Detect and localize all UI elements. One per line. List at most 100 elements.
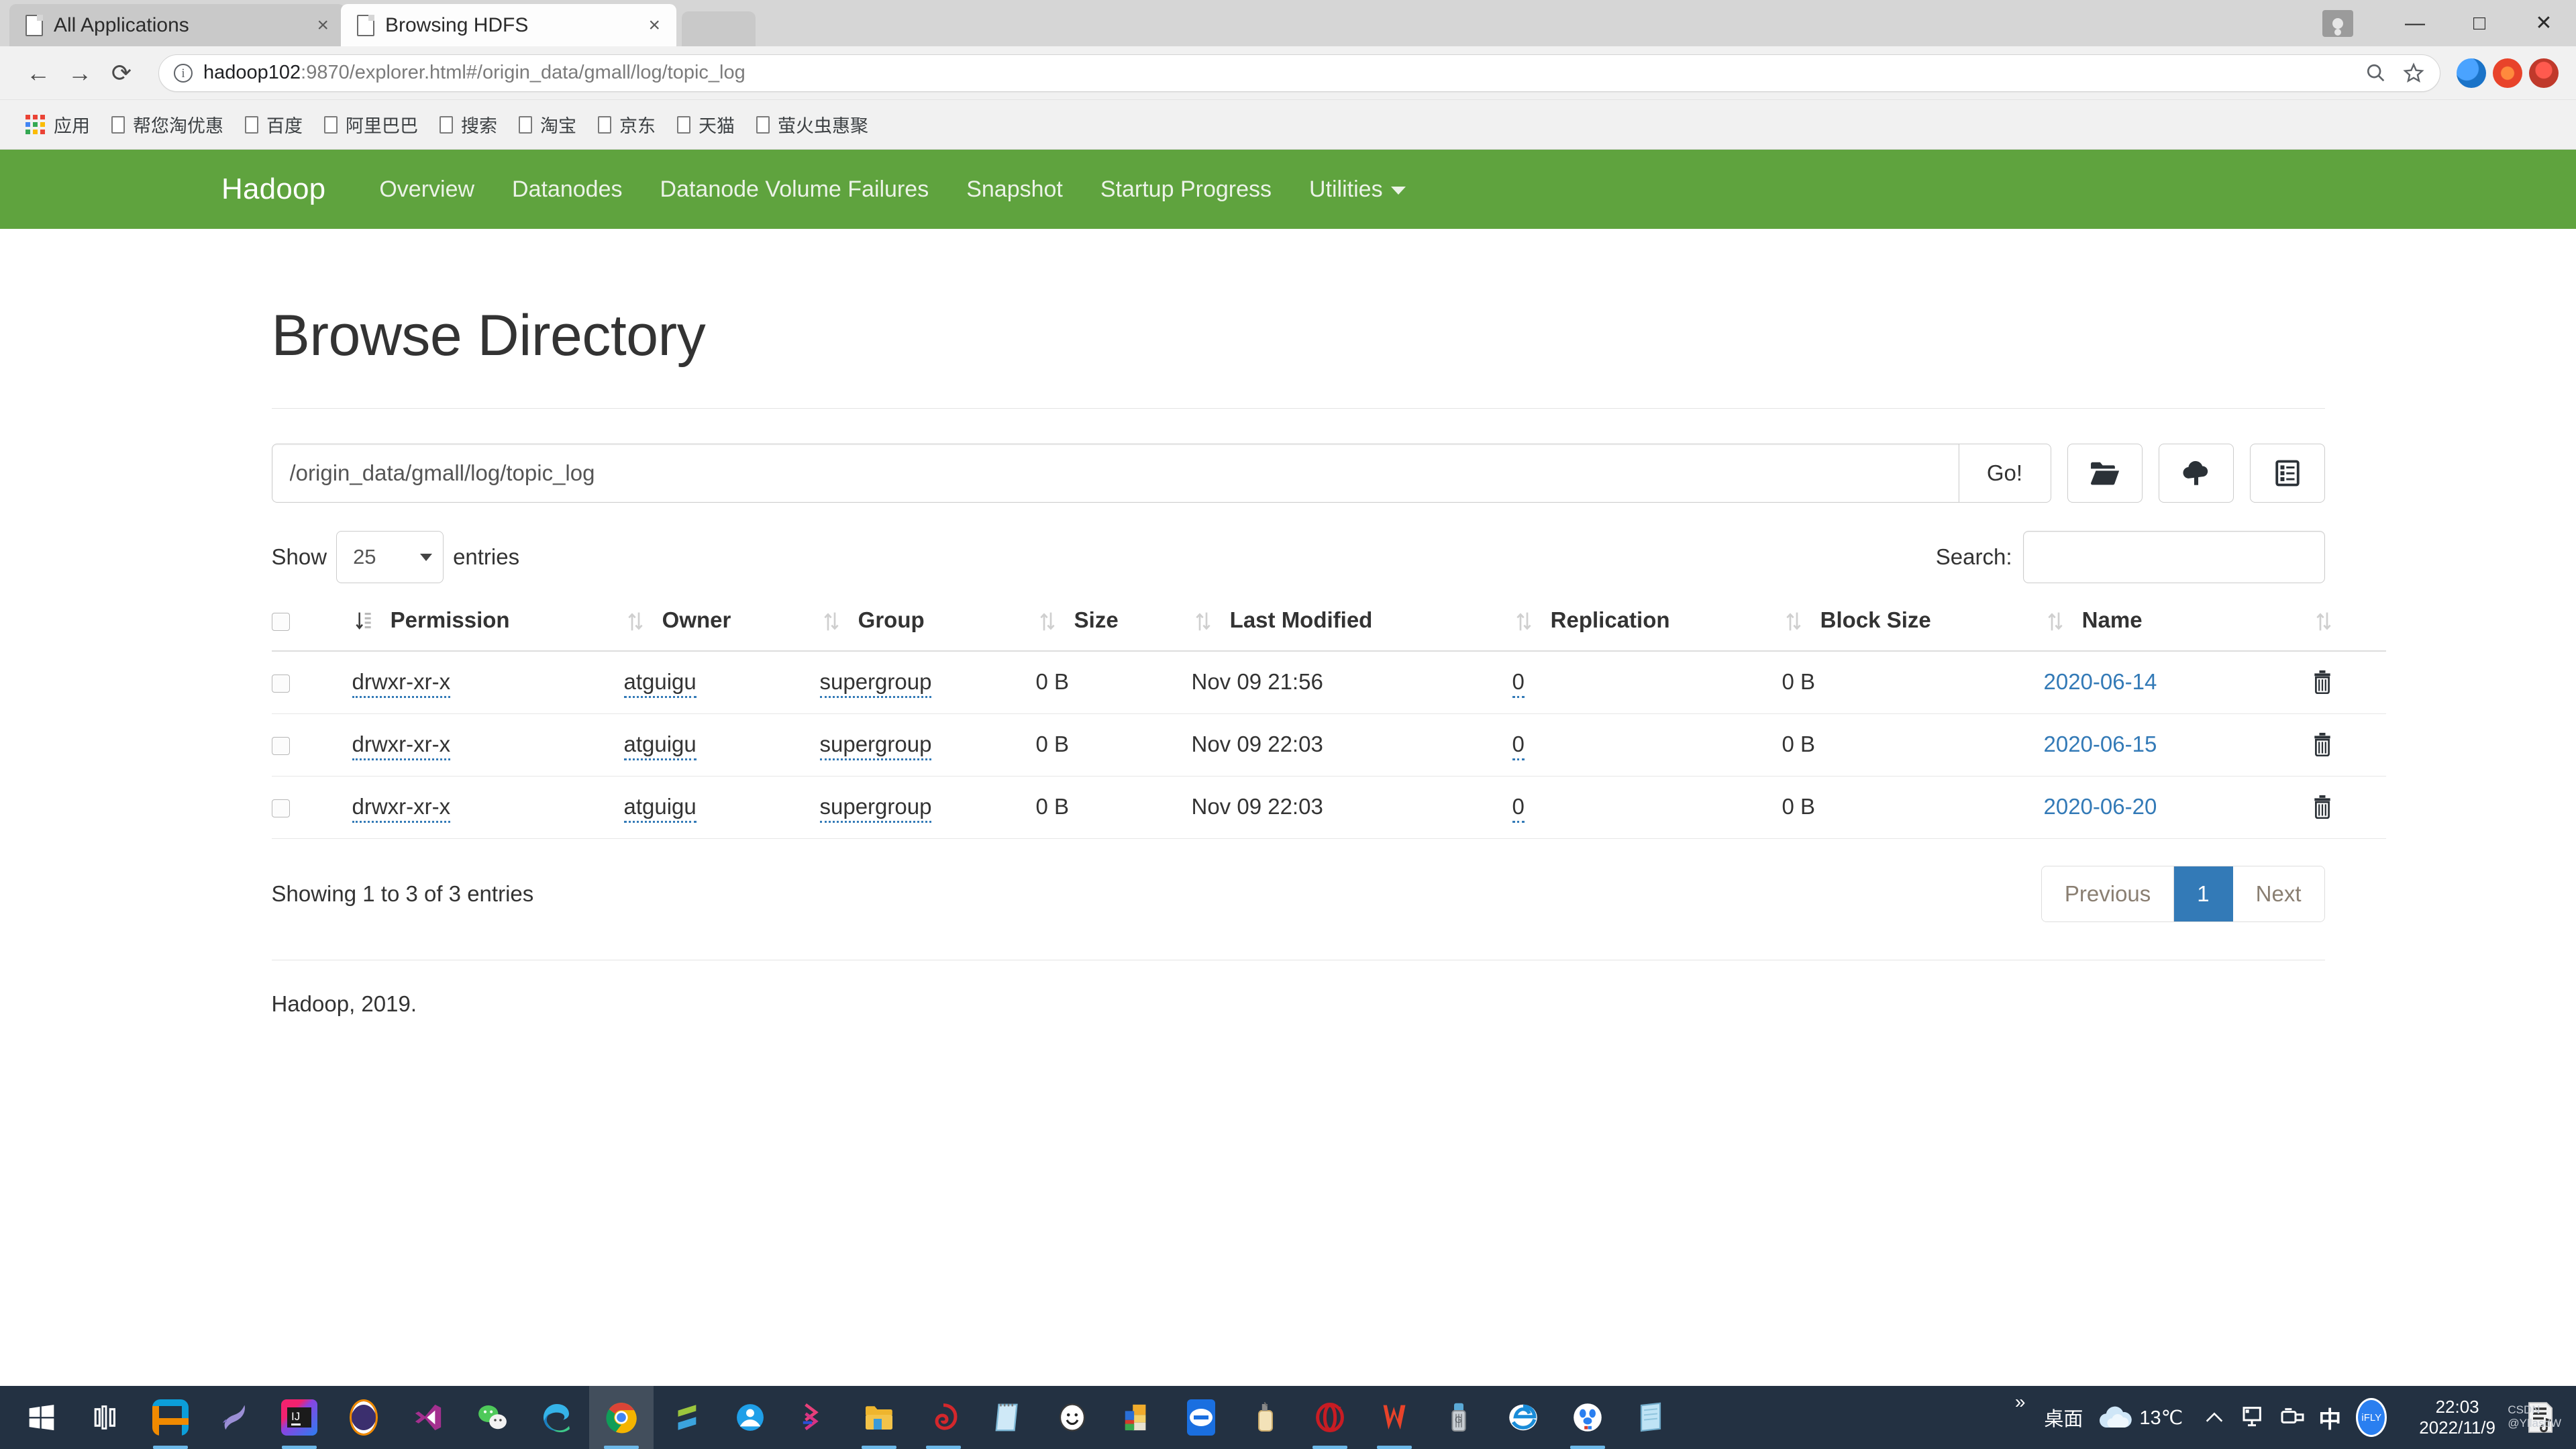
google-chrome[interactable]	[589, 1386, 654, 1449]
column-header-owner[interactable]: Owner	[623, 607, 820, 652]
bookmark-item[interactable]: 阿里巴巴	[316, 107, 426, 142]
forward-icon[interactable]: →	[59, 52, 101, 94]
column-header-actions[interactable]	[2312, 607, 2386, 652]
notepad[interactable]	[976, 1386, 1040, 1449]
maximize-button[interactable]: □	[2447, 0, 2512, 46]
upload-files-button[interactable]	[2158, 444, 2234, 503]
delete-trash-icon[interactable]	[2312, 670, 2332, 694]
table-row[interactable]: drwxr-xr-x atguigu supergroup 0 B Nov 09…	[271, 651, 2386, 714]
new-tab-button[interactable]	[682, 11, 756, 46]
zoom-search-icon[interactable]	[2365, 62, 2387, 85]
go-button[interactable]: Go!	[1958, 444, 2051, 503]
profile-avatar-icon[interactable]	[2322, 9, 2353, 37]
teamviewer[interactable]	[1169, 1386, 1233, 1449]
weather-temperature[interactable]: 13℃	[2139, 1406, 2183, 1430]
ime-language-indicator[interactable]: 中	[2318, 1401, 2341, 1434]
bookmark-apps[interactable]: 应用	[17, 107, 98, 142]
extension-icon-2[interactable]	[2493, 58, 2522, 88]
nav-link-datanodes[interactable]: Datanodes	[493, 177, 641, 203]
start-button[interactable]	[9, 1386, 74, 1449]
file-name-link[interactable]: 2020-06-14	[2044, 669, 2157, 694]
microsoft-edge[interactable]	[525, 1386, 589, 1449]
column-header-name[interactable]: Name	[2043, 607, 2312, 652]
reader-app[interactable]	[1620, 1386, 1684, 1449]
wechat[interactable]	[460, 1386, 525, 1449]
extension-icon-1[interactable]	[2457, 58, 2486, 88]
bookmark-item[interactable]: 淘宝	[511, 107, 584, 142]
wps-office[interactable]	[1362, 1386, 1427, 1449]
sublime-text[interactable]	[654, 1386, 718, 1449]
site-info-icon[interactable]	[174, 63, 193, 83]
bookmark-star-icon[interactable]	[2402, 62, 2425, 85]
permission-value[interactable]: drwxr-xr-x	[352, 732, 451, 760]
tab-close-icon[interactable]: ×	[317, 15, 329, 36]
intellij-idea[interactable]: IJ	[267, 1386, 331, 1449]
usb-icon[interactable]	[2279, 1404, 2306, 1431]
owner-value[interactable]: atguigu	[623, 732, 697, 760]
group-value[interactable]: supergroup	[819, 794, 932, 823]
column-header-size[interactable]: Size	[1035, 607, 1192, 652]
row-checkbox[interactable]	[271, 736, 290, 755]
monitor-icon[interactable]	[2240, 1404, 2267, 1431]
bookmark-item[interactable]: 天猫	[669, 107, 743, 142]
group-value[interactable]: supergroup	[819, 732, 932, 760]
nav-link-datanode-volume-failures[interactable]: Datanode Volume Failures	[641, 177, 948, 203]
file-explorer[interactable]	[847, 1386, 911, 1449]
nav-link-overview[interactable]: Overview	[360, 177, 493, 203]
navicat[interactable]	[331, 1386, 396, 1449]
baidu-netdisk[interactable]	[1555, 1386, 1620, 1449]
search-input[interactable]	[2022, 531, 2325, 583]
browser-menu-icon[interactable]	[2529, 58, 2559, 88]
browser-tab-browsing-hdfs[interactable]: Browsing HDFS ×	[341, 4, 676, 46]
row-checkbox[interactable]	[271, 799, 290, 817]
row-checkbox[interactable]	[271, 674, 290, 693]
cloud-icon[interactable]	[2098, 1402, 2132, 1433]
internet-explorer[interactable]	[1491, 1386, 1555, 1449]
nav-link-utilities[interactable]: Utilities	[1290, 177, 1425, 203]
file-name-link[interactable]: 2020-06-15	[2044, 732, 2157, 756]
permission-value[interactable]: drwxr-xr-x	[352, 794, 451, 823]
table-row[interactable]: drwxr-xr-x atguigu supergroup 0 B Nov 09…	[271, 713, 2386, 777]
office-suite[interactable]	[1104, 1386, 1169, 1449]
taskbar-clock[interactable]: 22:03 2022/11/9	[2404, 1397, 2510, 1438]
visual-studio[interactable]	[396, 1386, 460, 1449]
column-header-block-size[interactable]: Block Size	[1782, 607, 2044, 652]
tray-overflow-label[interactable]: »	[2015, 1391, 2026, 1413]
path-input[interactable]	[271, 444, 1959, 503]
ifly-input-icon[interactable]: iFLY	[2356, 1398, 2387, 1437]
address-bar[interactable]: hadoop102:9870/explorer.html#/origin_dat…	[158, 54, 2440, 92]
cut-paste-button[interactable]	[2249, 444, 2325, 503]
minimize-button[interactable]: —	[2383, 0, 2447, 46]
owner-value[interactable]: atguigu	[623, 669, 697, 698]
replication-value[interactable]: 0	[1512, 794, 1525, 823]
nav-link-startup-progress[interactable]: Startup Progress	[1082, 177, 1290, 203]
new-directory-button[interactable]	[2067, 444, 2143, 503]
column-header-replication[interactable]: Replication	[1512, 607, 1782, 652]
page-length-select[interactable]: 25	[336, 531, 444, 583]
browser-tab-all-applications[interactable]: All Applications ×	[9, 4, 345, 46]
cleaner-tool[interactable]: G	[1427, 1386, 1491, 1449]
emoji-app[interactable]	[1040, 1386, 1104, 1449]
reload-icon[interactable]: ⟳	[101, 52, 142, 94]
owner-value[interactable]: atguigu	[623, 794, 697, 823]
typora[interactable]	[911, 1386, 976, 1449]
tab-close-icon[interactable]: ×	[648, 15, 660, 36]
bookmark-item[interactable]: 帮您淘优惠	[103, 107, 231, 142]
qq[interactable]	[718, 1386, 782, 1449]
replication-value[interactable]: 0	[1512, 669, 1525, 698]
bookmark-item[interactable]: 萤火虫惠聚	[748, 107, 876, 142]
show-desktop-label[interactable]: 桌面	[2029, 1403, 2098, 1432]
nav-link-snapshot[interactable]: Snapshot	[947, 177, 1082, 203]
column-header-permission[interactable]: Permission	[352, 607, 624, 652]
hadoop-brand[interactable]: Hadoop	[221, 172, 325, 206]
select-all-checkbox[interactable]	[271, 612, 290, 631]
opera[interactable]	[1298, 1386, 1362, 1449]
back-icon[interactable]: ←	[17, 52, 59, 94]
pagination-page-1[interactable]: 1	[2174, 866, 2233, 921]
pagination-previous[interactable]: Previous	[2041, 866, 2175, 921]
bookmark-item[interactable]: 京东	[590, 107, 664, 142]
column-header-group[interactable]: Group	[819, 607, 1036, 652]
delete-trash-icon[interactable]	[2312, 732, 2332, 756]
bookmark-item[interactable]: 搜索	[431, 107, 505, 142]
delete-trash-icon[interactable]	[2312, 795, 2332, 819]
